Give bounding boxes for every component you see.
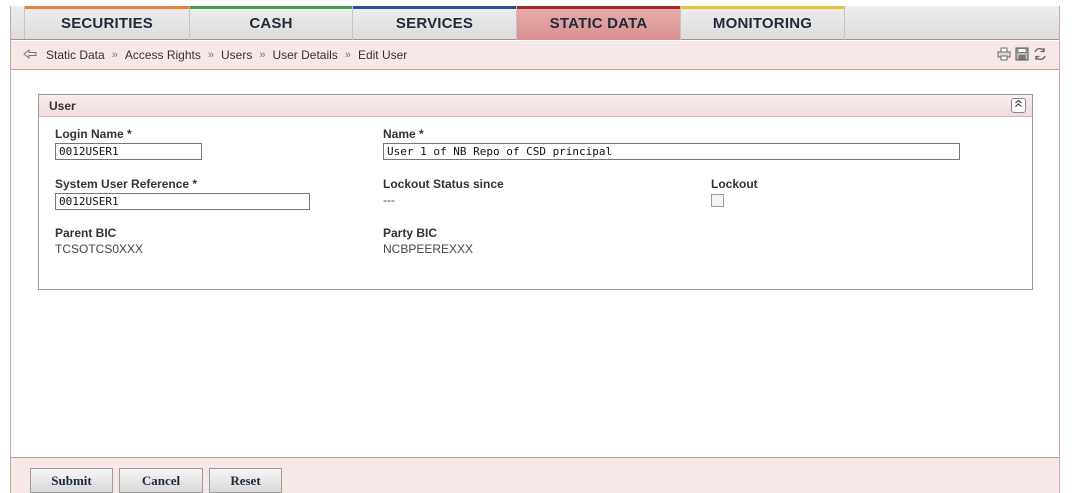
tab-securities[interactable]: SECURITIES: [25, 6, 190, 40]
tab-color-bar: [517, 6, 680, 9]
refresh-icon[interactable]: [1033, 47, 1047, 61]
page-toolbar: [997, 47, 1047, 61]
party-bic-label: Party BIC: [383, 226, 438, 240]
parent-bic-label: Parent BIC: [55, 226, 117, 240]
user-panel-header: User: [39, 95, 1032, 117]
double-chevron-up-icon: [1015, 99, 1022, 107]
main-window: SECURITIES CASH SERVICES STATIC DATA MON…: [10, 6, 1060, 493]
tab-label: SECURITIES: [60, 14, 153, 32]
tab-monitoring[interactable]: MONITORING: [681, 6, 845, 40]
user-panel: User Login Name * Name * System User Ref…: [38, 94, 1033, 290]
tab-color-bar: [353, 6, 516, 9]
breadcrumb-access-rights[interactable]: Access Rights: [125, 48, 201, 62]
breadcrumb-user-details[interactable]: User Details: [272, 48, 337, 62]
name-label: Name *: [383, 127, 424, 141]
tab-label: SERVICES: [395, 14, 474, 32]
parent-bic-value: TCSOTCS0XXX: [55, 242, 144, 256]
save-icon[interactable]: [1015, 47, 1029, 61]
lockout-status-since-label: Lockout Status since: [383, 177, 504, 191]
tab-cash[interactable]: CASH: [190, 6, 353, 40]
lockout-checkbox[interactable]: [711, 194, 724, 207]
print-icon[interactable]: [997, 47, 1011, 61]
breadcrumb-users[interactable]: Users: [221, 48, 252, 62]
lockout-label: Lockout: [711, 177, 758, 191]
breadcrumb-separator: »: [111, 49, 118, 61]
parent-bic-field-group: Parent BIC TCSOTCS0XXX: [55, 226, 143, 256]
action-bar: Submit Cancel Reset: [11, 457, 1059, 493]
system-user-reference-input[interactable]: [55, 193, 310, 210]
system-user-reference-field-group: System User Reference *: [55, 177, 310, 210]
breadcrumb: Static Data » Access Rights » Users » Us…: [11, 41, 1059, 70]
breadcrumb-separator: »: [344, 49, 351, 61]
tab-color-bar: [190, 6, 352, 9]
module-tab-bar: SECURITIES CASH SERVICES STATIC DATA MON…: [11, 6, 1059, 40]
breadcrumb-static-data[interactable]: Static Data: [46, 48, 105, 62]
breadcrumb-separator: »: [207, 49, 214, 61]
party-bic-value: NCBPEEREXXX: [383, 242, 474, 256]
back-arrow-icon[interactable]: [23, 48, 37, 62]
breadcrumb-separator: »: [259, 49, 266, 61]
panel-title: User: [49, 98, 76, 113]
login-name-field-group: Login Name *: [55, 127, 202, 160]
reset-button[interactable]: Reset: [209, 468, 282, 493]
login-name-input[interactable]: [55, 143, 202, 160]
tab-static-data[interactable]: STATIC DATA: [517, 6, 681, 40]
collapse-panel-button[interactable]: [1011, 98, 1026, 113]
party-bic-field-group: Party BIC NCBPEEREXXX: [383, 226, 473, 256]
lockout-status-field-group: Lockout Status since ---: [383, 177, 504, 207]
tab-services[interactable]: SERVICES: [353, 6, 517, 40]
name-input[interactable]: [383, 143, 960, 160]
breadcrumb-edit-user: Edit User: [357, 48, 408, 62]
tab-color-bar: [25, 6, 189, 9]
tab-bar-spacer: [11, 6, 25, 39]
name-field-group: Name *: [383, 127, 960, 160]
tab-label: STATIC DATA: [549, 14, 648, 32]
lockout-status-since-value: ---: [383, 193, 395, 207]
submit-button[interactable]: Submit: [30, 468, 113, 493]
cancel-button[interactable]: Cancel: [119, 468, 203, 493]
login-name-label: Login Name *: [55, 127, 132, 141]
lockout-field-group: Lockout: [711, 177, 758, 207]
system-user-reference-label: System User Reference *: [55, 177, 198, 191]
tab-label: CASH: [249, 14, 293, 32]
tab-color-bar: [681, 6, 844, 9]
tab-label: MONITORING: [712, 14, 813, 32]
